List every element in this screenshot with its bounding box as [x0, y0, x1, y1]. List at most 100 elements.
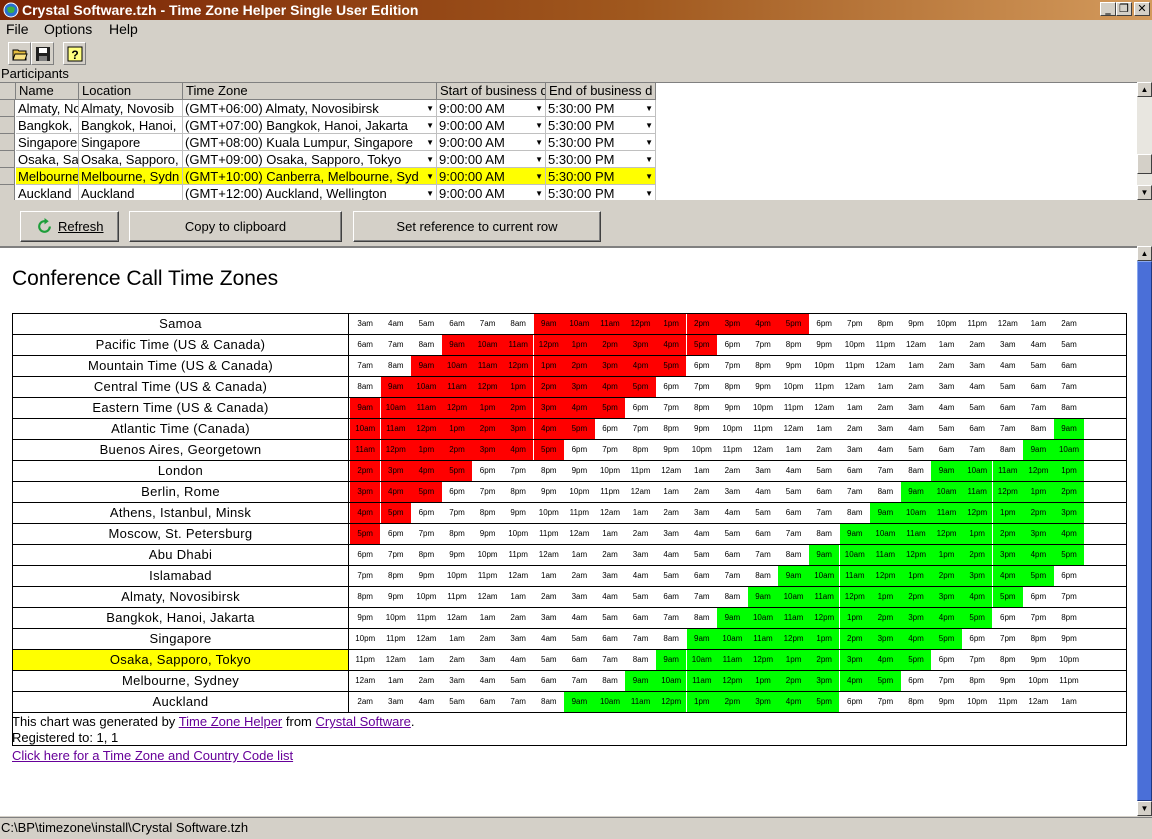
- grid-cell[interactable]: (GMT+06:00) Almaty, Novosibirsk ▼: [183, 100, 437, 117]
- scroll-thumb[interactable]: [1137, 154, 1152, 174]
- dropdown-arrow-icon[interactable]: ▼: [535, 100, 543, 116]
- scroll-up-button[interactable]: ▲: [1137, 82, 1152, 97]
- grid-cell[interactable]: 5:30:00 PM ▼: [546, 151, 656, 168]
- footer-suffix: .: [410, 714, 415, 729]
- dropdown-arrow-icon[interactable]: ▼: [426, 117, 434, 133]
- hour-cell: 1am: [1030, 319, 1047, 328]
- dropdown-arrow-icon[interactable]: ▼: [426, 168, 434, 184]
- grid-cell[interactable]: 5:30:00 PM ▼: [546, 100, 656, 117]
- hour-cell: 10am: [472, 335, 503, 355]
- dropdown-arrow-icon[interactable]: ▼: [645, 100, 653, 116]
- dropdown-arrow-icon[interactable]: ▼: [645, 168, 653, 184]
- dropdown-arrow-icon[interactable]: ▼: [645, 117, 653, 133]
- grid-cell[interactable]: 5:30:00 PM ▼: [546, 117, 656, 134]
- set-reference-button[interactable]: Set reference to current row: [353, 211, 601, 242]
- grid-cell[interactable]: (GMT+10:00) Canberra, Melbourne, Syd ▼: [183, 168, 437, 185]
- grid-cell[interactable]: Bangkok, Hanoi,: [79, 117, 183, 134]
- dropdown-arrow-icon[interactable]: ▼: [645, 151, 653, 167]
- grid-cell[interactable]: 9:00:00 AM ▼: [437, 168, 546, 185]
- grid-cell[interactable]: Melbourne, Sydn: [79, 168, 183, 185]
- dropdown-arrow-icon[interactable]: ▼: [426, 134, 434, 150]
- copy-to-clipboard-button[interactable]: Copy to clipboard: [129, 211, 342, 242]
- hour-cell: 10am: [931, 482, 962, 502]
- hour-cell: 10pm: [844, 340, 865, 349]
- grid-cell[interactable]: Osaka, Sa: [16, 151, 79, 168]
- dropdown-arrow-icon[interactable]: ▼: [535, 185, 543, 200]
- row-selector[interactable]: [0, 168, 15, 185]
- menu-options[interactable]: Options: [44, 21, 92, 37]
- grid-cell[interactable]: 5:30:00 PM ▼: [546, 168, 656, 185]
- grid-cell-text: (GMT+07:00) Bangkok, Hanoi, Jakarta: [185, 118, 408, 133]
- hour-cell: 7am: [877, 466, 894, 475]
- grid-cell[interactable]: 9:00:00 AM ▼: [437, 117, 546, 134]
- grid-header-cell[interactable]: End of business d: [546, 83, 656, 100]
- restore-button[interactable]: ❐: [1116, 2, 1132, 16]
- country-code-list-link[interactable]: Click here for a Time Zone and Country C…: [12, 748, 293, 763]
- grid-cell[interactable]: 9:00:00 AM ▼: [437, 134, 546, 151]
- row-selector[interactable]: [0, 185, 15, 200]
- refresh-button[interactable]: Refresh: [20, 211, 119, 242]
- dropdown-arrow-icon[interactable]: ▼: [426, 185, 434, 200]
- menu-help[interactable]: Help: [109, 21, 138, 37]
- grid-cell[interactable]: 9:00:00 AM ▼: [437, 185, 546, 200]
- dropdown-arrow-icon[interactable]: ▼: [426, 100, 434, 116]
- grid-cell[interactable]: (GMT+12:00) Auckland, Wellington ▼: [183, 185, 437, 200]
- grid-cell[interactable]: (GMT+07:00) Bangkok, Hanoi, Jakarta ▼: [183, 117, 437, 134]
- participants-grid[interactable]: Name Location Time Zone Start of business d…: [0, 82, 1152, 200]
- row-selector[interactable]: [0, 151, 15, 168]
- grid-cell[interactable]: 9:00:00 AM ▼: [437, 100, 546, 117]
- grid-cell[interactable]: Melbourne: [16, 168, 79, 185]
- hour-cell: 11pm: [355, 655, 375, 664]
- row-selector[interactable]: [0, 117, 15, 134]
- grid-cell[interactable]: Osaka, Sapporo,: [79, 151, 183, 168]
- grid-cell[interactable]: 5:30:00 PM ▼: [546, 185, 656, 200]
- dropdown-arrow-icon[interactable]: ▼: [535, 168, 543, 184]
- grid-cell[interactable]: Almaty, No: [16, 100, 79, 117]
- viewer-scroll-thumb[interactable]: [1137, 261, 1152, 801]
- grid-cell[interactable]: 9:00:00 AM ▼: [437, 151, 546, 168]
- row-selector[interactable]: [0, 100, 15, 117]
- hour-cell: 1pm: [441, 419, 473, 439]
- time-zone-helper-link[interactable]: Time Zone Helper: [179, 714, 283, 729]
- grid-cell[interactable]: Singapore: [16, 134, 79, 151]
- hour-cell: 11am: [900, 524, 932, 544]
- hour-cell: 5pm: [656, 356, 687, 376]
- menu-file[interactable]: File: [6, 21, 29, 37]
- dropdown-arrow-icon[interactable]: ▼: [535, 134, 543, 150]
- grid-cell[interactable]: (GMT+09:00) Osaka, Sapporo, Tokyo ▼: [183, 151, 437, 168]
- help-button[interactable]: ?: [63, 42, 86, 65]
- crystal-software-link[interactable]: Crystal Software: [316, 714, 411, 729]
- hour-cell: 4pm: [900, 629, 932, 649]
- save-button[interactable]: [31, 42, 54, 65]
- grid-cell-text: 5:30:00 PM: [548, 169, 615, 184]
- dropdown-arrow-icon[interactable]: ▼: [645, 134, 653, 150]
- grid-cell[interactable]: Almaty, Novosib: [79, 100, 183, 117]
- title-bar[interactable]: Crystal Software.tzh - Time Zone Helper …: [0, 0, 1152, 20]
- viewer-scrollbar[interactable]: ▲ ▼: [1137, 246, 1152, 816]
- grid-cell[interactable]: 5:30:00 PM ▼: [546, 134, 656, 151]
- viewer-scroll-up-button[interactable]: ▲: [1137, 246, 1152, 261]
- dropdown-arrow-icon[interactable]: ▼: [535, 151, 543, 167]
- hour-cell: 11am: [686, 671, 717, 691]
- grid-scrollbar[interactable]: ▲ ▼: [1137, 82, 1152, 200]
- scroll-down-button[interactable]: ▼: [1137, 185, 1152, 200]
- grid-header-cell[interactable]: Name: [16, 83, 79, 100]
- grid-cell[interactable]: Bangkok,: [16, 117, 79, 134]
- minimize-button[interactable]: _: [1100, 2, 1116, 16]
- grid-cell[interactable]: (GMT+08:00) Kuala Lumpur, Singapore ▼: [183, 134, 437, 151]
- chart-viewer[interactable]: Conference Call Time Zones Samoa 3am 4am 5a…: [0, 246, 1137, 816]
- grid-header-cell[interactable]: Start of business d: [437, 83, 546, 100]
- grid-cell[interactable]: Auckland: [79, 185, 183, 200]
- row-selector[interactable]: [0, 134, 15, 151]
- viewer-scroll-down-button[interactable]: ▼: [1137, 801, 1152, 816]
- grid-cell[interactable]: Auckland: [16, 185, 79, 200]
- dropdown-arrow-icon[interactable]: ▼: [426, 151, 434, 167]
- dropdown-arrow-icon[interactable]: ▼: [535, 117, 543, 133]
- hour-cell: 10am: [1053, 440, 1085, 460]
- dropdown-arrow-icon[interactable]: ▼: [645, 185, 653, 200]
- open-button[interactable]: [8, 42, 31, 65]
- grid-header-cell[interactable]: Time Zone: [183, 83, 437, 100]
- grid-cell[interactable]: Singapore: [79, 134, 183, 151]
- close-button[interactable]: ✕: [1134, 2, 1150, 16]
- grid-header-cell[interactable]: Location: [79, 83, 183, 100]
